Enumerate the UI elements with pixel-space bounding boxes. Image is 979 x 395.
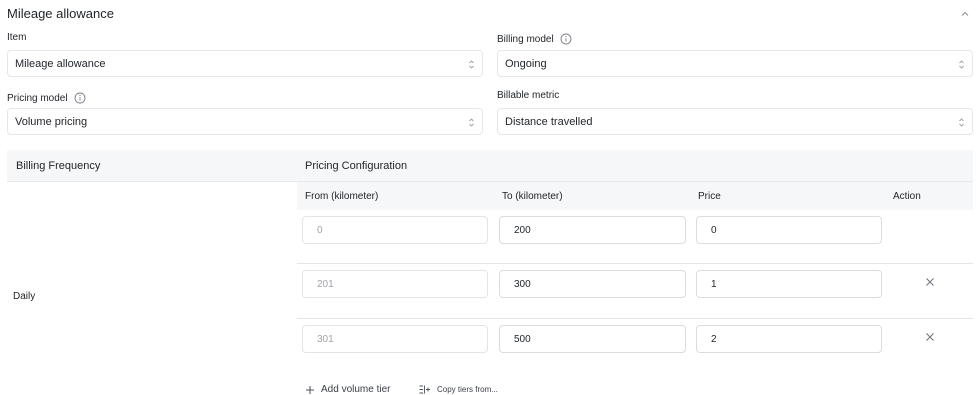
- section-title: Mileage allowance: [7, 6, 114, 21]
- price-column-header: Price: [698, 191, 721, 202]
- tier-price-value: 0: [711, 224, 717, 236]
- to-column-header: To (kilometer): [502, 191, 563, 202]
- tier-from-value: 301: [317, 333, 334, 345]
- copy-tiers-label: Copy tiers from...: [437, 385, 498, 394]
- copy-tiers-icon: [419, 385, 430, 394]
- select-caret-icon: [959, 118, 964, 127]
- item-select-value: Mileage allowance: [15, 57, 106, 70]
- copy-tiers-button[interactable]: Copy tiers from...: [419, 385, 498, 394]
- close-icon[interactable]: [925, 277, 935, 287]
- billing-frequency-header: Billing Frequency: [16, 160, 101, 172]
- tier-from-input: 201: [302, 270, 488, 298]
- tier-price-input[interactable]: 2: [696, 325, 882, 353]
- row-divider: [297, 318, 973, 319]
- item-label: Item: [7, 32, 26, 43]
- billing-model-label: Billing model: [497, 33, 572, 45]
- select-caret-icon: [959, 60, 964, 69]
- add-volume-tier-button[interactable]: Add volume tier: [305, 384, 390, 395]
- close-icon[interactable]: [925, 332, 935, 342]
- from-column-header: From (kilometer): [305, 191, 379, 202]
- tier-price-value: 1: [711, 278, 717, 290]
- tier-price-input[interactable]: 1: [696, 270, 882, 298]
- pricing-model-label-text: Pricing model: [7, 92, 68, 104]
- tier-to-input[interactable]: 200: [499, 216, 686, 244]
- pricing-configuration-header: Pricing Configuration: [305, 160, 408, 172]
- tier-from-input: 0: [302, 216, 488, 244]
- pricing-model-select-value: Volume pricing: [15, 115, 88, 128]
- tier-price-input[interactable]: 0: [696, 216, 882, 244]
- item-label-text: Item: [7, 32, 27, 43]
- tier-to-value: 200: [514, 224, 531, 236]
- tier-from-input: 301: [302, 325, 488, 353]
- pricing-table-header: Billing Frequency Pricing Configuration: [7, 150, 973, 182]
- pricing-model-label: Pricing model: [7, 92, 86, 104]
- tier-price-value: 2: [711, 333, 717, 345]
- tier-to-input[interactable]: 300: [499, 270, 686, 298]
- billing-model-select-value: Ongoing: [505, 57, 547, 70]
- chevron-up-icon[interactable]: [959, 8, 971, 20]
- billable-metric-label-text: Billable metric: [497, 90, 560, 101]
- add-volume-tier-label: Add volume tier: [321, 384, 391, 395]
- item-select[interactable]: Mileage allowance: [7, 50, 483, 77]
- tier-from-value: 201: [317, 278, 334, 290]
- select-caret-icon: [469, 60, 474, 69]
- pricing-subheader: [297, 182, 973, 210]
- action-column-header: Action: [893, 191, 921, 202]
- info-icon[interactable]: [74, 92, 86, 104]
- billable-metric-select[interactable]: Distance travelled: [497, 108, 973, 135]
- billable-metric-select-value: Distance travelled: [505, 115, 593, 128]
- pricing-model-select[interactable]: Volume pricing: [7, 108, 483, 135]
- billing-model-select[interactable]: Ongoing: [497, 50, 973, 77]
- tier-to-value: 300: [514, 278, 531, 290]
- plus-icon: [306, 385, 314, 394]
- row-divider: [297, 263, 973, 264]
- tier-to-input[interactable]: 500: [499, 325, 686, 353]
- tier-from-value: 0: [317, 224, 323, 236]
- billing-frequency-value: Daily: [13, 291, 36, 302]
- select-caret-icon: [469, 118, 474, 127]
- billing-model-label-text: Billing model: [497, 33, 554, 45]
- tier-to-value: 500: [514, 333, 531, 345]
- info-icon[interactable]: [560, 33, 572, 45]
- billable-metric-label: Billable metric: [497, 90, 559, 101]
